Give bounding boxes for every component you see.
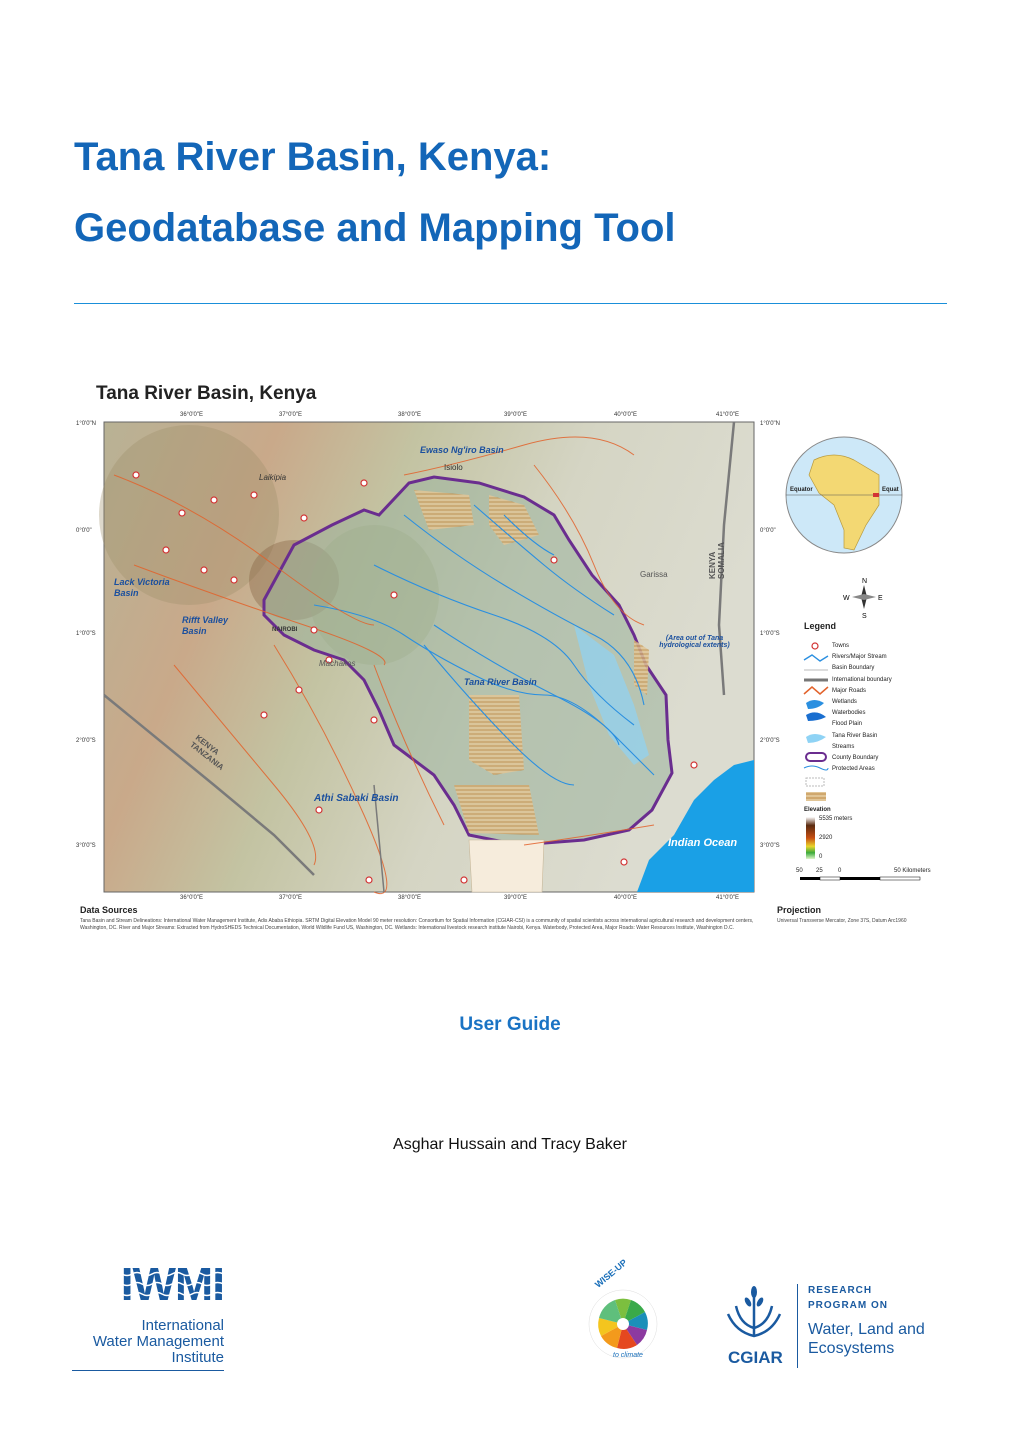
wiseup-emblem <box>588 1289 658 1359</box>
legend-item: Tana River Basin <box>832 732 878 739</box>
lon-tick: 40°0'0"E <box>614 895 638 901</box>
svg-text:E: E <box>878 595 883 602</box>
iwmi-name-line3: Institute <box>171 1349 224 1366</box>
legend-item: Protected Areas <box>832 766 875 773</box>
lat-tick: 3°0'0"S <box>760 843 780 849</box>
label-garissa: Garissa <box>640 570 668 579</box>
lon-tick: 38°0'0"E <box>398 895 422 901</box>
authors: Asghar Hussain and Tracy Baker <box>393 1136 627 1153</box>
globe-equator-label: Equator <box>790 487 813 493</box>
wle-line4: Ecosystems <box>808 1340 895 1357</box>
wle-line3: Water, Land and <box>808 1321 925 1338</box>
label-indian-ocean: Indian Ocean <box>668 837 738 849</box>
label-laikipia: Laikipia <box>259 473 287 482</box>
legend-item: Flood Plain <box>832 721 863 728</box>
label-ewaso: Ewaso Ng'iro Basin <box>420 445 504 455</box>
legend-title: Legend <box>804 621 837 631</box>
legend-item: Major Roads <box>832 687 867 694</box>
data-sources-text: Tana Basin and Stream Delineations: Inte… <box>80 918 754 931</box>
scale-label: 50 <box>796 868 803 874</box>
iwmi-name-line1: International <box>141 1317 224 1334</box>
label-nairobi: NAIROBI <box>272 627 298 633</box>
svg-text:S: S <box>862 613 867 620</box>
lat-tick: 3°0'0"S <box>76 843 96 849</box>
lon-tick: 41°0'0"E <box>716 895 740 901</box>
document-title: Tana River Basin, Kenya: <box>74 135 552 179</box>
lat-tick: 2°0'0"S <box>760 738 780 744</box>
globe-equator-label: Equat <box>882 487 899 493</box>
lon-tick: 39°0'0"E <box>504 895 528 901</box>
user-guide-label: User Guide <box>459 1014 561 1035</box>
cgiar-emblem <box>726 1286 782 1338</box>
label-isiolo: Isiolo <box>444 463 463 472</box>
legend-item: Wetlands <box>832 699 857 706</box>
lat-tick: 0°0'0" <box>76 528 92 534</box>
lon-tick: 37°0'0"E <box>279 412 303 418</box>
lon-tick: 39°0'0"E <box>504 412 528 418</box>
lat-tick: 2°0'0"S <box>76 738 96 744</box>
elevation-title: Elevation <box>804 807 831 813</box>
legend-item: County Boundary <box>832 755 879 762</box>
legend-swatches <box>803 642 829 859</box>
cgiar-wle-logo: CGIAR RESEARCH PROGRAM ON Water, Land an… <box>718 1284 958 1374</box>
wiseup-subtitle: to climate <box>613 1352 643 1359</box>
compass-rose: N S E W <box>843 578 883 620</box>
lat-tick: 1°0'0"N <box>76 421 97 427</box>
legend-item: Towns <box>832 643 850 649</box>
lon-tick: 38°0'0"E <box>398 412 422 418</box>
scale-bar <box>800 876 921 881</box>
cgiar-wordmark: CGIAR <box>728 1348 783 1367</box>
lon-tick: 36°0'0"E <box>180 895 204 901</box>
legend-item: Rivers/Major Stream <box>832 654 887 661</box>
legend-item: Streams <box>832 743 855 750</box>
iwmi-name-line2: Water Management <box>92 1333 224 1350</box>
map-graphic: N S E W <box>99 421 921 895</box>
label-tana: Tana River Basin <box>464 677 537 687</box>
label-kenya-somalia: KENYA SOMALIA <box>708 542 726 579</box>
legend-item: International boundary <box>832 676 892 683</box>
legend-item: Waterbodies <box>832 710 866 717</box>
scale-label: 0 <box>838 868 842 874</box>
lat-tick: 1°0'0"N <box>760 421 781 427</box>
projection-title: Projection <box>777 905 822 915</box>
elevation-low: 0 <box>819 854 823 860</box>
legend-list: Towns Rivers/Major Stream Basin Boundary… <box>832 641 892 775</box>
elevation-high: 5535 meters <box>819 816 853 822</box>
label-out-of-tana: (Area out of Tana hydrological extents) <box>659 635 730 649</box>
label-machakos: Machakos <box>319 659 356 668</box>
basin-map: Tana River Basin, Kenya N S E W 36°0'0"E… <box>74 365 947 947</box>
svg-text:N: N <box>862 578 867 585</box>
elevation-mid: 2920 <box>819 835 833 841</box>
lon-tick: 40°0'0"E <box>614 412 638 418</box>
lat-tick: 1°0'0"S <box>760 631 780 637</box>
wle-line2: PROGRAM ON <box>808 1300 888 1311</box>
projection-text: Universal Transverse Mercator, Zone 37S,… <box>777 918 907 924</box>
wiseup-logo: WISE-UP to climate <box>583 1257 693 1374</box>
scale-label: 25 <box>816 868 823 874</box>
lon-tick: 36°0'0"E <box>180 412 204 418</box>
iwmi-wave-lines <box>72 1271 224 1297</box>
lon-tick: 37°0'0"E <box>279 895 303 901</box>
title-divider <box>74 303 947 304</box>
iwmi-logo: IWMI International Water Management Inst… <box>72 1261 225 1372</box>
wle-line1: RESEARCH <box>808 1285 873 1296</box>
lat-tick: 0°0'0" <box>760 528 776 534</box>
lon-tick: 41°0'0"E <box>716 412 740 418</box>
scale-label: 50 Kilometers <box>894 868 931 874</box>
legend-item: Basin Boundary <box>832 665 875 672</box>
label-rift: Rifft Valley Basin <box>182 615 229 636</box>
document-subtitle: Geodatabase and Mapping Tool <box>74 206 676 250</box>
data-sources-title: Data Sources <box>80 905 138 915</box>
protected-area <box>468 839 545 893</box>
label-athi: Athi Sabaki Basin <box>314 793 399 804</box>
lat-tick: 1°0'0"S <box>76 631 96 637</box>
svg-text:W: W <box>843 595 850 602</box>
label-lake-victoria: Lack Victoria Basin <box>114 577 170 598</box>
